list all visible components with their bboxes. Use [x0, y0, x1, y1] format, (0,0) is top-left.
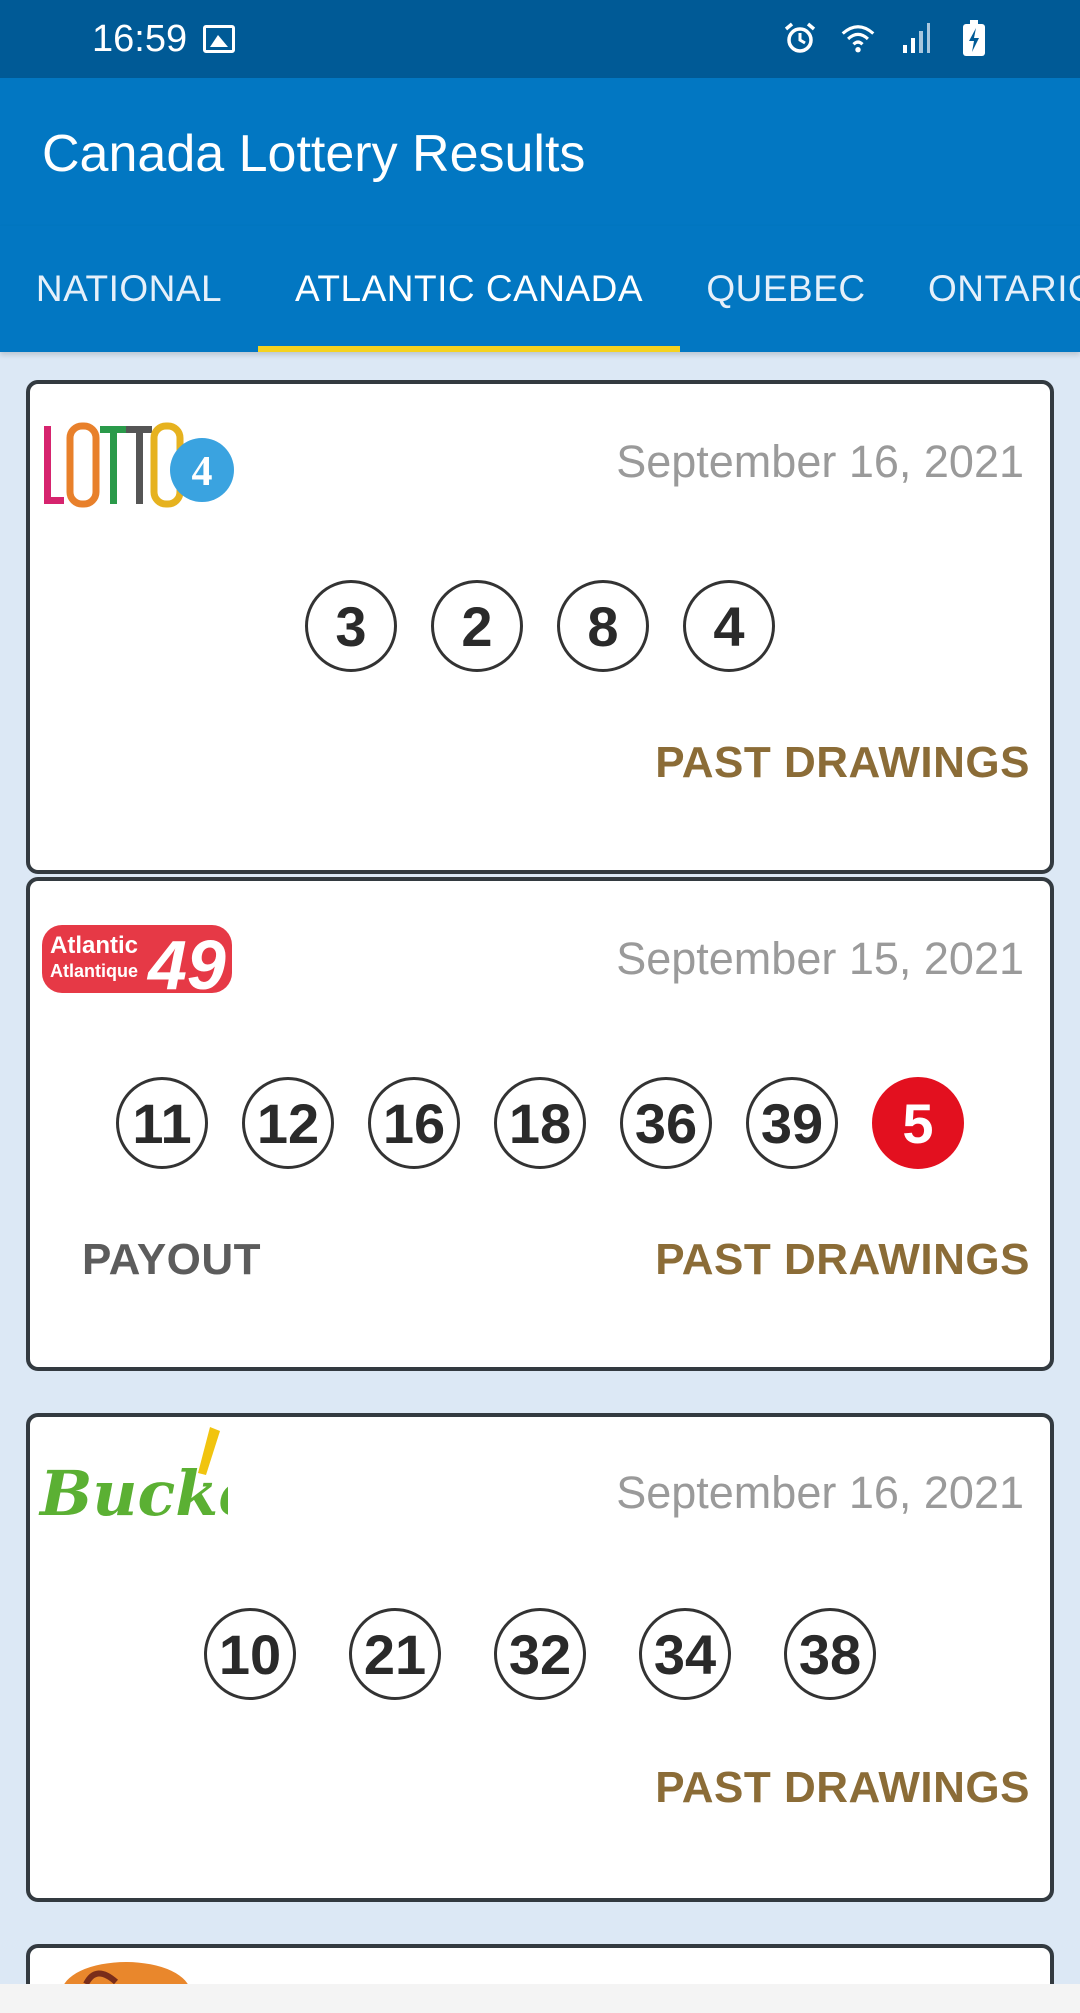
alarm-icon	[782, 20, 818, 56]
number-ball: 34	[639, 1608, 731, 1700]
lottery-card-atlantic49[interactable]: Atlantic Atlantique 49 September 15, 202…	[26, 877, 1054, 1371]
number-ball: 11	[116, 1077, 208, 1169]
svg-text:4: 4	[192, 449, 213, 495]
tab-bar: NATIONAL ATLANTIC CANADA QUEBEC ONTARIO	[0, 226, 1080, 352]
winning-numbers: 3 2 8 4	[30, 580, 1050, 672]
number-ball: 3	[305, 580, 397, 672]
app-bar: Canada Lottery Results	[0, 78, 1080, 226]
svg-text:Atlantic: Atlantic	[50, 932, 138, 959]
status-bar: 16:59	[0, 0, 1080, 78]
status-icons	[782, 20, 992, 56]
battery-icon	[956, 20, 992, 56]
number-ball: 16	[368, 1077, 460, 1169]
bonus-ball: 5	[872, 1077, 964, 1169]
gallery-icon	[203, 25, 235, 53]
lottery-card-lotto4[interactable]: 4 September 16, 2021 3 2 8 4 PAST DRAWIN…	[26, 380, 1054, 874]
tab-national[interactable]: NATIONAL	[0, 226, 258, 352]
winning-numbers: 10 21 32 34 38	[30, 1608, 1050, 1700]
number-ball: 18	[494, 1077, 586, 1169]
number-ball: 12	[242, 1077, 334, 1169]
tab-indicator	[258, 346, 680, 352]
draw-date: September 16, 2021	[616, 436, 1024, 487]
number-ball: 21	[349, 1608, 441, 1700]
number-ball: 39	[746, 1077, 838, 1169]
number-ball: 36	[620, 1077, 712, 1169]
number-ball: 2	[431, 580, 523, 672]
number-ball: 38	[784, 1608, 876, 1700]
bucko-logo: Bucko	[38, 1427, 228, 1530]
svg-text:49: 49	[146, 926, 226, 999]
tab-ontario[interactable]: ONTARIO	[892, 226, 1080, 352]
wifi-icon	[840, 20, 876, 56]
draw-date: September 15, 2021	[616, 933, 1024, 984]
tab-quebec[interactable]: QUEBEC	[680, 226, 892, 352]
lotto4-logo: 4	[44, 422, 234, 508]
number-ball: 32	[494, 1608, 586, 1700]
number-ball: 8	[557, 580, 649, 672]
draw-date: September 16, 2021	[616, 1467, 1024, 1518]
status-time: 16:59	[92, 18, 188, 60]
winning-numbers: 11 12 16 18 36 39 5	[30, 1077, 1050, 1169]
number-ball: 10	[204, 1608, 296, 1700]
past-drawings-button[interactable]: PAST DRAWINGS	[655, 738, 1030, 788]
past-drawings-button[interactable]: PAST DRAWINGS	[655, 1235, 1030, 1285]
tab-atlantic-canada[interactable]: ATLANTIC CANADA	[258, 226, 680, 352]
atlantic49-logo: Atlantic Atlantique 49	[42, 925, 232, 999]
number-ball: 4	[683, 580, 775, 672]
navigation-bar	[0, 1984, 1080, 2013]
app-title: Canada Lottery Results	[42, 125, 586, 183]
signal-icon	[898, 20, 934, 56]
svg-text:Atlantique: Atlantique	[50, 961, 138, 981]
payout-button[interactable]: PAYOUT	[82, 1235, 261, 1285]
past-drawings-button[interactable]: PAST DRAWINGS	[655, 1763, 1030, 1813]
lottery-card-bucko[interactable]: Bucko September 16, 2021 10 21 32 34 38 …	[26, 1413, 1054, 1902]
